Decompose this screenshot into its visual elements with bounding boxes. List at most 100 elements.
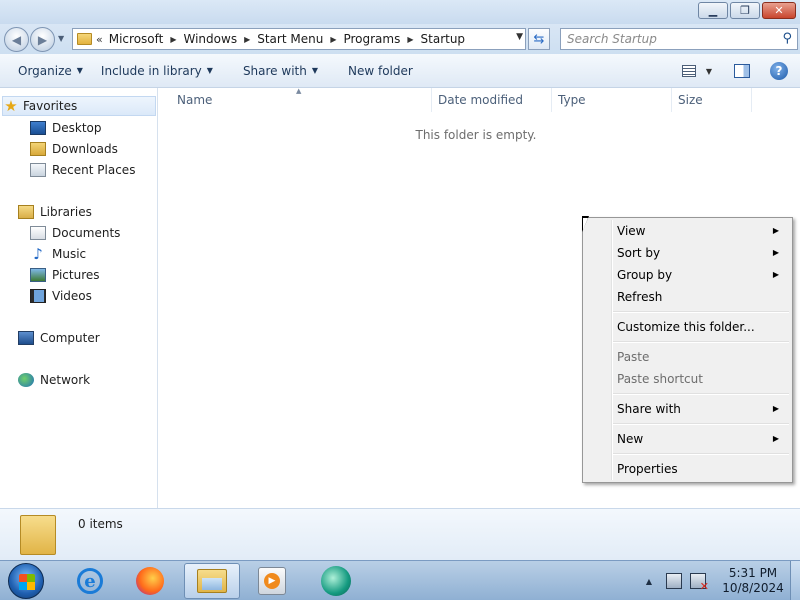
- nav-libraries[interactable]: Libraries: [18, 202, 92, 222]
- menu-item-new[interactable]: New ▶: [617, 428, 789, 450]
- title-bar: ▁ ❐ ✕: [0, 0, 800, 24]
- windows-explorer-icon: [197, 569, 227, 593]
- arrow-right-icon: ▶: [37, 32, 48, 47]
- breadcrumb-microsoft[interactable]: Microsoft: [109, 32, 164, 46]
- breadcrumb-windows[interactable]: Windows: [184, 32, 238, 46]
- column-header-type[interactable]: Type: [552, 88, 672, 112]
- breadcrumb-startup[interactable]: Startup: [421, 32, 466, 46]
- menu-item-refresh[interactable]: Refresh: [617, 286, 789, 308]
- nav-videos[interactable]: Videos: [30, 286, 92, 306]
- close-button[interactable]: ✕: [762, 2, 796, 19]
- nav-music[interactable]: ♪ Music: [30, 244, 86, 264]
- menu-item-refresh-label: Refresh: [617, 290, 663, 304]
- address-history-dropdown[interactable]: ▼: [516, 32, 523, 42]
- documents-icon: [30, 226, 46, 240]
- show-desktop-button[interactable]: [790, 561, 800, 600]
- search-input[interactable]: Search Startup ⚲: [560, 28, 798, 50]
- show-hidden-icons-button[interactable]: ▲: [646, 577, 652, 586]
- desktop-icon: [30, 121, 46, 135]
- refresh-button[interactable]: ⇆: [528, 28, 550, 50]
- nav-recent-places[interactable]: Recent Places: [30, 160, 135, 180]
- nav-network[interactable]: Network: [18, 370, 90, 390]
- share-with-button[interactable]: Share with ▼: [243, 64, 318, 78]
- submenu-arrow-icon: ▶: [772, 404, 779, 413]
- chevron-right-icon[interactable]: ▶: [407, 35, 413, 44]
- chevron-down-icon: ▼: [76, 66, 83, 75]
- submenu-arrow-icon: ▶: [772, 226, 779, 235]
- maximize-button[interactable]: ❐: [730, 2, 760, 19]
- start-button[interactable]: [8, 563, 44, 599]
- nav-documents[interactable]: Documents: [30, 223, 120, 243]
- arrow-left-icon: ◀: [11, 32, 22, 47]
- taskbar-firefox[interactable]: [122, 563, 178, 599]
- nav-computer[interactable]: Computer: [18, 328, 100, 348]
- nav-computer-label: Computer: [40, 331, 100, 345]
- menu-item-properties-label: Properties: [617, 462, 678, 476]
- new-folder-button[interactable]: New folder: [348, 64, 413, 78]
- forward-button[interactable]: ▶: [30, 27, 55, 52]
- view-options-dropdown[interactable]: ▼: [706, 67, 712, 76]
- network-icon: [18, 373, 34, 387]
- help-icon[interactable]: ?: [770, 62, 788, 80]
- downloads-icon: [30, 142, 46, 156]
- breadcrumb-start-menu[interactable]: Start Menu: [257, 32, 323, 46]
- menu-item-view-label: View: [617, 224, 646, 238]
- play-icon: ▶: [264, 573, 280, 589]
- column-header-size[interactable]: Size: [672, 88, 752, 112]
- music-note-icon: ♪: [33, 245, 43, 263]
- column-header-name[interactable]: Name: [158, 88, 432, 112]
- menu-item-sort-by-label: Sort by: [617, 246, 661, 260]
- chevron-right-icon[interactable]: ▶: [170, 35, 176, 44]
- menu-item-new-label: New: [617, 432, 644, 446]
- toolbar-right: ▼ ?: [681, 62, 788, 80]
- network-status-icon[interactable]: [666, 573, 682, 589]
- minimize-icon: ▁: [708, 4, 718, 17]
- chevron-right-icon[interactable]: ▶: [330, 35, 336, 44]
- star-icon: ★: [4, 97, 18, 115]
- hidden-crumbs-button[interactable]: «: [96, 33, 103, 46]
- new-folder-label: New folder: [348, 63, 413, 78]
- organize-button[interactable]: Organize ▼: [18, 64, 83, 78]
- media-player-icon: ▶: [258, 567, 286, 595]
- column-header-date-modified[interactable]: Date modified: [432, 88, 552, 112]
- taskbar-windows-explorer[interactable]: [184, 563, 240, 599]
- menu-item-sort-by[interactable]: Sort by ▶: [617, 242, 789, 264]
- nav-libraries-label: Libraries: [40, 205, 92, 219]
- menu-separator: [613, 423, 789, 425]
- minimize-button[interactable]: ▁: [698, 2, 728, 19]
- taskbar-internet-explorer[interactable]: e: [62, 563, 118, 599]
- computer-icon: [18, 331, 34, 345]
- system-tray: ▲ ✕ 5:31 PM 10/8/2024: [646, 561, 800, 600]
- menu-item-share-with[interactable]: Share with ▶: [617, 398, 789, 420]
- nav-favorites[interactable]: ★ Favorites: [2, 96, 156, 116]
- taskbar-app-teal[interactable]: [308, 563, 364, 599]
- change-view-icon[interactable]: [681, 65, 696, 77]
- nav-videos-label: Videos: [52, 289, 92, 303]
- back-button[interactable]: ◀: [4, 27, 29, 52]
- search-icon[interactable]: ⚲: [782, 31, 792, 46]
- address-bar[interactable]: « Microsoft ▶ Windows ▶ Start Menu ▶ Pro…: [72, 28, 526, 50]
- preview-pane-icon[interactable]: [734, 64, 750, 78]
- recent-pages-dropdown[interactable]: ▼: [58, 34, 64, 43]
- menu-item-properties[interactable]: Properties: [617, 458, 789, 480]
- include-in-library-button[interactable]: Include in library ▼: [101, 64, 213, 78]
- volume-muted-icon[interactable]: ✕: [690, 573, 709, 592]
- taskbar-media-player[interactable]: ▶: [244, 563, 300, 599]
- nav-pictures[interactable]: Pictures: [30, 265, 100, 285]
- nav-downloads-label: Downloads: [52, 142, 118, 156]
- search-placeholder: Search Startup: [567, 32, 657, 46]
- nav-downloads[interactable]: Downloads: [30, 139, 118, 159]
- nav-desktop[interactable]: Desktop: [30, 118, 102, 138]
- breadcrumb-programs[interactable]: Programs: [343, 32, 400, 46]
- column-headers: Name Date modified Type Size ▲: [158, 87, 800, 112]
- menu-item-group-by[interactable]: Group by ▶: [617, 264, 789, 286]
- menu-item-view[interactable]: View ▶: [617, 220, 789, 242]
- window-controls: ▁ ❐ ✕: [696, 2, 796, 19]
- chevron-right-icon[interactable]: ▶: [244, 35, 250, 44]
- menu-item-paste-shortcut: Paste shortcut: [617, 368, 789, 390]
- menu-item-customize-folder[interactable]: Customize this folder...: [617, 316, 789, 338]
- nav-desktop-label: Desktop: [52, 121, 102, 135]
- clock[interactable]: 5:31 PM 10/8/2024: [720, 566, 786, 596]
- nav-recent-places-label: Recent Places: [52, 163, 136, 177]
- nav-network-label: Network: [40, 373, 91, 387]
